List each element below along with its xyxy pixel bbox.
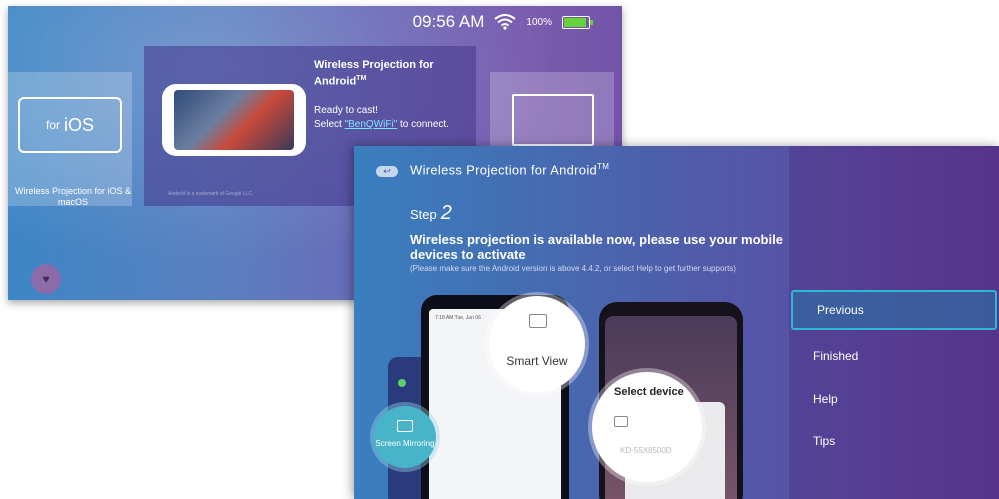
version-note: (Please make sure the Android version is… [410, 264, 736, 273]
status-bar: 09:56 AM 100% [412, 12, 593, 32]
select-suffix: to connect. [397, 119, 449, 130]
screen-mirroring-label: Screen Mirroring [375, 439, 435, 448]
trademark-note: Android is a trademark of Google LLC. [168, 191, 254, 197]
android-setup-screen: ↩ Wireless Projection for AndroidTM Step… [354, 146, 999, 499]
for-text: for [45, 118, 60, 132]
menu-item-help[interactable]: Help [789, 379, 995, 419]
select-device-bubble: Select device [592, 372, 702, 482]
ios-card-label: Wireless Projection for iOS & macOS [14, 186, 132, 207]
select-device-label: Select device [614, 386, 684, 398]
battery-icon [562, 15, 593, 29]
instruction-text: Wireless projection is available now, pl… [410, 232, 783, 262]
android-card-title: Wireless Projection for AndroidTM [314, 59, 434, 88]
network-link[interactable]: "BenQWiFi" [345, 119, 398, 130]
cast-icon [529, 314, 547, 328]
menu-item-tips[interactable]: Tips [789, 421, 995, 461]
step-indicator: Step 2 [410, 202, 452, 224]
monitor-icon [512, 94, 594, 146]
device-name: KD-55X8500D [620, 446, 672, 455]
mirror-icon [397, 420, 413, 432]
screen-mirroring-bubble: Screen Mirroring [374, 406, 436, 468]
phone-clock: 7:18 AM Tue, Jun 06 [435, 315, 481, 321]
android-card-status: Ready to cast! Select "BenQWiFi" to conn… [314, 104, 474, 132]
smart-view-label: Smart View [506, 354, 568, 368]
smart-view-bubble: Smart View [489, 296, 585, 392]
back-icon[interactable]: ↩ [376, 166, 398, 177]
menu-item-finished[interactable]: Finished [789, 336, 995, 376]
heart-icon[interactable]: ♥ [31, 264, 61, 294]
wifi-icon [494, 14, 517, 30]
tv-icon [614, 416, 628, 427]
phone-image [162, 84, 306, 156]
side-menu: Previous Finished Help Tips [789, 146, 999, 499]
select-prefix: Select [314, 119, 345, 130]
battery-percent: 100% [526, 16, 552, 28]
menu-item-previous[interactable]: Previous [791, 290, 997, 330]
ios-text: iOS [64, 114, 95, 135]
ios-logo-box: for iOS [18, 97, 122, 153]
page-title: Wireless Projection for AndroidTM [410, 162, 610, 178]
clock: 09:56 AM [412, 12, 485, 31]
ready-text: Ready to cast! [314, 105, 378, 116]
